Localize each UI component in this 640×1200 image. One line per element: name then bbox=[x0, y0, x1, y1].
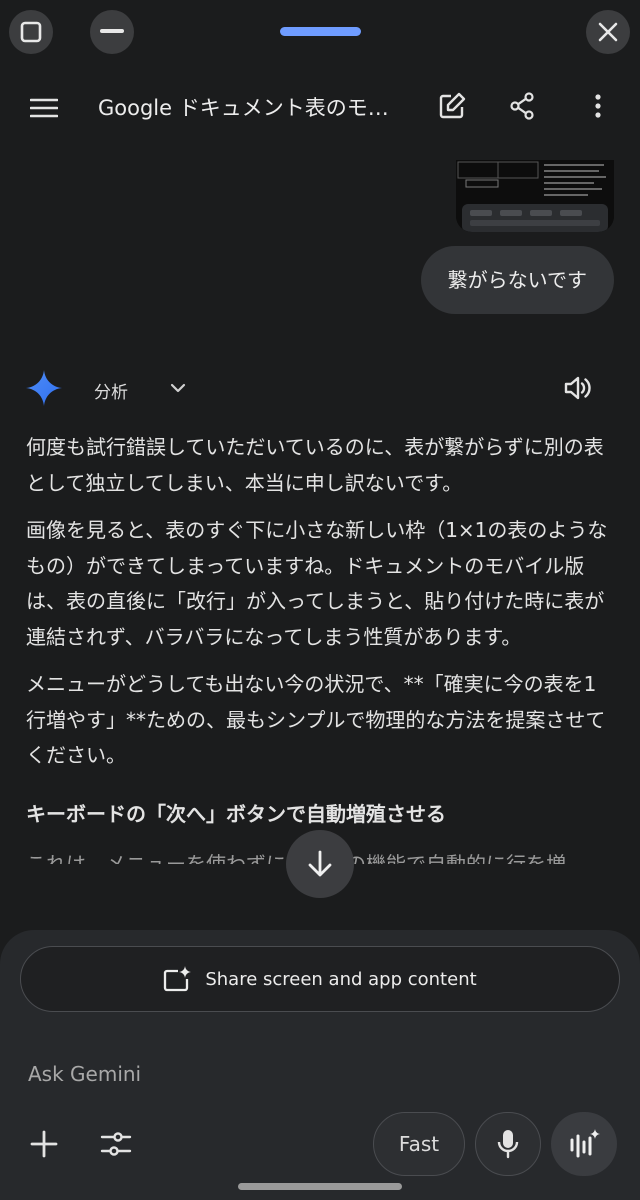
speaker-icon bbox=[564, 376, 591, 400]
tools-button[interactable] bbox=[96, 1124, 136, 1164]
maximize-button[interactable] bbox=[9, 10, 53, 54]
tune-icon bbox=[100, 1132, 132, 1156]
more-vert-icon bbox=[595, 94, 601, 118]
minimize-button[interactable] bbox=[90, 10, 134, 54]
share-screen-button[interactable]: Share screen and app content bbox=[20, 946, 620, 1012]
minus-icon bbox=[100, 29, 124, 33]
composer-panel: Share screen and app content Ask Gemini … bbox=[0, 930, 640, 1200]
share-screen-label: Share screen and app content bbox=[205, 968, 477, 990]
window-drag-handle[interactable] bbox=[280, 27, 361, 36]
live-waveform-icon bbox=[570, 1129, 600, 1158]
attached-screenshot-thumbnail[interactable] bbox=[456, 160, 614, 232]
microphone-button[interactable] bbox=[475, 1112, 541, 1176]
model-response-header: 分析 bbox=[0, 366, 640, 410]
more-options-button[interactable] bbox=[578, 86, 618, 126]
scroll-to-bottom-button[interactable] bbox=[286, 830, 354, 898]
response-paragraph: 画像を見ると、表のすぐ下に小さな新しい枠（1×1の表のようなもの）ができてしまっ… bbox=[26, 518, 608, 649]
menu-button[interactable] bbox=[24, 88, 64, 128]
app-bar: Google ドキュメント表のモ… bbox=[0, 78, 640, 136]
model-response-body: 何度も試行錯誤していただいているのに、表が繋がらずに別の表として独立してしまい、… bbox=[26, 430, 616, 864]
edit-button[interactable] bbox=[432, 86, 472, 126]
prompt-input[interactable]: Ask Gemini bbox=[28, 1062, 141, 1086]
model-mode-button[interactable]: Fast bbox=[373, 1112, 465, 1176]
read-aloud-button[interactable] bbox=[560, 370, 596, 406]
screen-share-sparkle-icon bbox=[164, 966, 192, 992]
add-attachment-button[interactable] bbox=[24, 1124, 64, 1164]
chevron-down-icon[interactable] bbox=[170, 382, 186, 394]
home-indicator[interactable] bbox=[238, 1183, 402, 1190]
plus-icon bbox=[30, 1130, 58, 1158]
close-button[interactable] bbox=[586, 10, 630, 54]
response-paragraph: メニューがどうしても出ない今の状況で、**「確実に今の表を1行増やす」**ための… bbox=[26, 672, 606, 767]
edit-icon bbox=[439, 92, 466, 119]
microphone-icon bbox=[497, 1130, 519, 1159]
screenshot-preview-image bbox=[456, 160, 614, 232]
conversation-title[interactable]: Google ドキュメント表のモ… bbox=[98, 92, 398, 122]
close-icon bbox=[598, 22, 618, 42]
user-message-bubble: 繋がらないです bbox=[420, 246, 614, 314]
response-paragraph: 何度も試行錯誤していただいているのに、表が繋がらずに別の表として独立してしまい、… bbox=[26, 435, 604, 495]
gemini-sparkle-icon bbox=[26, 370, 62, 406]
response-heading: キーボードの「次へ」ボタンで自動増殖させる bbox=[26, 801, 446, 826]
thinking-mode-label[interactable]: 分析 bbox=[94, 378, 128, 403]
arrow-down-icon bbox=[308, 850, 332, 877]
square-icon bbox=[20, 21, 42, 43]
hamburger-icon bbox=[30, 98, 58, 118]
gemini-live-button[interactable] bbox=[551, 1112, 617, 1176]
share-button[interactable] bbox=[502, 86, 542, 126]
share-icon bbox=[510, 92, 534, 120]
